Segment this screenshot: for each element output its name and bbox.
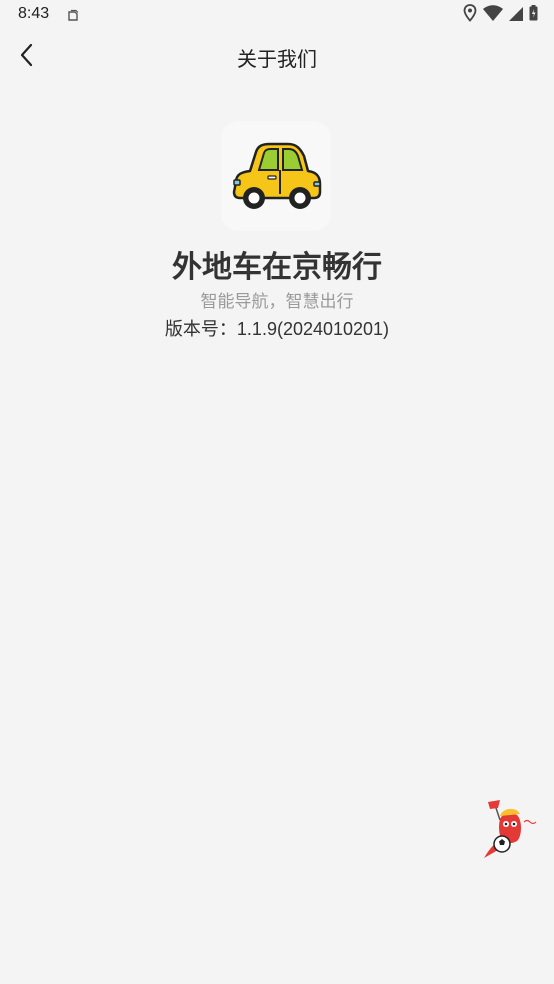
about-screen: 8:43 关于我们 外地车在京畅行 智能导航，智慧出行 版本号：1.1.9(20…: [0, 0, 554, 984]
status-icons: [463, 4, 538, 26]
version-value: 1.1.9(2024010201): [236, 319, 390, 339]
app-slogan: 智能导航，智慧出行: [200, 292, 354, 312]
app-name: 外地车在京畅行: [172, 250, 382, 285]
mascot-soccer-icon: [480, 800, 544, 866]
car-icon: [228, 138, 324, 214]
version-label: 版本号：: [164, 319, 237, 340]
status-time: 8:43: [18, 5, 50, 22]
status-bar: 8:43: [0, 0, 554, 30]
wifi-icon: [483, 5, 503, 25]
app-icon: [221, 121, 331, 231]
battery-icon: [529, 5, 538, 25]
notification-icon: [66, 8, 80, 22]
location-icon: [463, 4, 477, 26]
floating-mascot-button[interactable]: [480, 798, 544, 862]
title-bar: 关于我们: [0, 30, 554, 84]
version-info: 版本号：1.1.9(2024010201): [0, 315, 554, 341]
page-title: 关于我们: [237, 47, 317, 71]
signal-icon: [509, 6, 523, 25]
